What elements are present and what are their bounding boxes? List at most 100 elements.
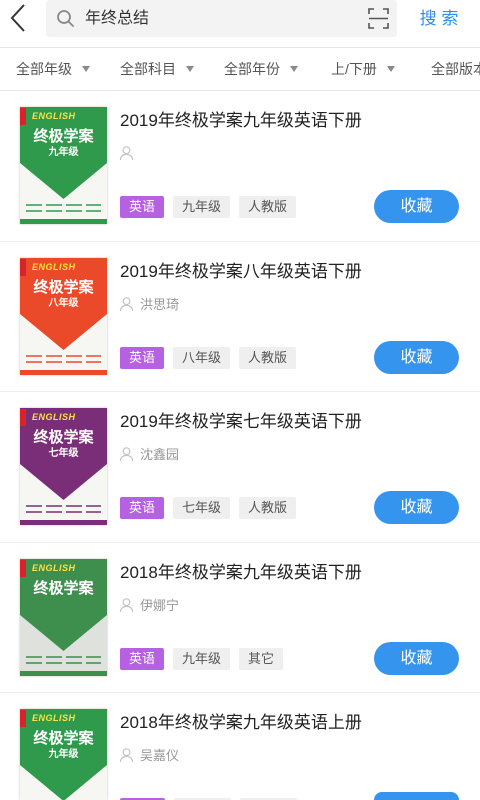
cover-brand: ENGLISH <box>32 563 76 573</box>
cover-triangle <box>20 314 107 350</box>
cover-triangle <box>20 464 107 500</box>
tag-row: 英语 七年级 人教版 <box>120 497 297 519</box>
cover-triangle <box>20 615 107 651</box>
filter-label: 全部版本 <box>431 61 480 77</box>
filter-subject[interactable]: 全部科目 <box>120 48 194 90</box>
person-icon <box>119 597 134 613</box>
collect-button[interactable]: 收藏 <box>374 491 459 524</box>
cover-foot <box>20 520 107 525</box>
person-icon <box>119 747 134 763</box>
book-item[interactable]: ENGLISH 终极学案 八年级 2019年终极学案八年级英语下册 洪思琦 英语… <box>0 242 480 392</box>
cover-decoration <box>26 505 101 514</box>
person-icon <box>119 446 134 462</box>
chevron-left-icon[interactable] <box>7 2 29 34</box>
filter-year[interactable]: 全部年份 <box>224 48 298 90</box>
filter-label: 全部科目 <box>120 61 176 77</box>
grade-tag: 八年级 <box>173 347 231 369</box>
person-icon <box>119 297 134 312</box>
subject-tag: 英语 <box>120 196 165 218</box>
book-item[interactable]: ENGLISH 终极学案 七年级 2019年终极学案七年级英语下册 沈鑫园 英语… <box>0 392 480 543</box>
cover-tab <box>20 409 26 426</box>
book-item[interactable]: ENGLISH 终极学案 九年级 2019年终极学案九年级英语下册 英语 九年级… <box>0 91 480 242</box>
cover-title: 终极学案 <box>33 730 94 747</box>
filter-label: 上/下册 <box>331 61 377 77</box>
cover-title: 终极学案 <box>33 429 94 446</box>
cover-title: 终极学案 <box>33 580 94 597</box>
collect-button[interactable]: 收藏 <box>374 642 459 675</box>
collect-button[interactable]: 收藏 <box>374 190 459 223</box>
cover-brand: ENGLISH <box>32 713 76 723</box>
tag-row: 英语 八年级 人教版 <box>120 347 297 369</box>
book-cover[interactable]: ENGLISH 终极学案 九年级 <box>20 709 107 800</box>
book-title[interactable]: 2018年终极学案九年级英语上册 <box>120 712 362 734</box>
search-icon <box>56 9 75 28</box>
book-cover[interactable]: ENGLISH 终极学案 九年级 <box>20 107 107 224</box>
search-header: 年终总结 搜 索 <box>0 0 480 48</box>
person-icon <box>119 447 134 462</box>
author-name: 吴嘉仪 <box>140 748 180 763</box>
cover-tab <box>20 710 26 727</box>
cover-tab <box>20 259 26 276</box>
scan-icon[interactable] <box>368 8 389 29</box>
tag-row: 英语 九年级 人教版 <box>120 196 297 218</box>
tag-row: 英语 九年级 其它 <box>120 648 284 670</box>
book-title[interactable]: 2019年终极学案八年级英语下册 <box>120 261 362 283</box>
cover-tab <box>20 108 26 125</box>
cover-foot <box>20 370 107 375</box>
author-name: 伊娜宁 <box>140 598 180 613</box>
cover-decoration <box>26 204 101 213</box>
edition-tag: 人教版 <box>239 196 297 218</box>
search-input[interactable]: 年终总结 <box>46 0 397 37</box>
author-name: 沈鑫园 <box>140 447 180 462</box>
person-icon <box>119 748 134 763</box>
book-list: ENGLISH 终极学案 九年级 2019年终极学案九年级英语下册 英语 九年级… <box>0 91 480 800</box>
cover-foot <box>20 219 107 224</box>
book-cover[interactable]: ENGLISH 终极学案 七年级 <box>20 408 107 525</box>
caret-down-icon <box>386 66 395 72</box>
cover-brand: ENGLISH <box>32 412 76 422</box>
person-icon <box>119 296 134 312</box>
cover-grade: 八年级 <box>48 298 79 309</box>
book-title[interactable]: 2019年终极学案七年级英语下册 <box>120 411 362 433</box>
subject-tag: 英语 <box>120 347 165 369</box>
caret-down-icon <box>186 66 194 72</box>
cover-decoration <box>26 355 101 364</box>
person-icon <box>119 146 134 161</box>
subject-tag: 英语 <box>120 648 165 670</box>
book-item[interactable]: ENGLISH 终极学案 2018年终极学案九年级英语下册 伊娜宁 英语 九年级… <box>0 543 480 693</box>
edition-tag: 人教版 <box>239 497 297 519</box>
book-item[interactable]: ENGLISH 终极学案 九年级 2018年终极学案九年级英语上册 吴嘉仪 <box>0 693 480 800</box>
cover-triangle <box>20 765 107 800</box>
scan-icon[interactable] <box>368 8 389 29</box>
grade-tag: 九年级 <box>173 196 231 218</box>
person-icon <box>119 598 134 613</box>
cover-grade: 九年级 <box>48 749 79 760</box>
book-title[interactable]: 2019年终极学案九年级英语下册 <box>120 110 362 132</box>
cover-decoration <box>26 656 101 665</box>
cover-brand: ENGLISH <box>32 111 76 121</box>
edition-tag: 人教版 <box>239 347 297 369</box>
search-query[interactable]: 年终总结 <box>85 0 149 37</box>
cover-title: 终极学案 <box>33 279 94 296</box>
filter-bar: 全部年级 全部科目 全部年份 上/下册 全部版本 <box>0 48 480 91</box>
edition-tag: 其它 <box>239 648 284 670</box>
search-icon <box>57 10 74 27</box>
cover-grade: 九年级 <box>48 147 79 158</box>
book-title[interactable]: 2018年终极学案九年级英语下册 <box>120 562 362 584</box>
collect-button[interactable]: 收藏 <box>374 341 459 374</box>
subject-tag: 英语 <box>120 497 165 519</box>
chevron-left-icon[interactable] <box>7 2 29 34</box>
search-button[interactable]: 搜 索 <box>409 0 469 37</box>
cover-tab <box>20 560 26 577</box>
filter-volume[interactable]: 上/下册 <box>331 48 395 90</box>
author-name: 洪思琦 <box>140 297 180 312</box>
book-cover[interactable]: ENGLISH 终极学案 八年级 <box>20 258 107 375</box>
book-cover[interactable]: ENGLISH 终极学案 <box>20 559 107 676</box>
grade-tag: 七年级 <box>173 497 231 519</box>
person-icon <box>119 145 134 161</box>
filter-label: 全部年级 <box>16 61 72 77</box>
collect-button[interactable] <box>374 792 459 800</box>
filter-edition[interactable]: 全部版本 <box>431 48 480 90</box>
filter-grade[interactable]: 全部年级 <box>16 48 90 90</box>
cover-foot <box>20 671 107 676</box>
